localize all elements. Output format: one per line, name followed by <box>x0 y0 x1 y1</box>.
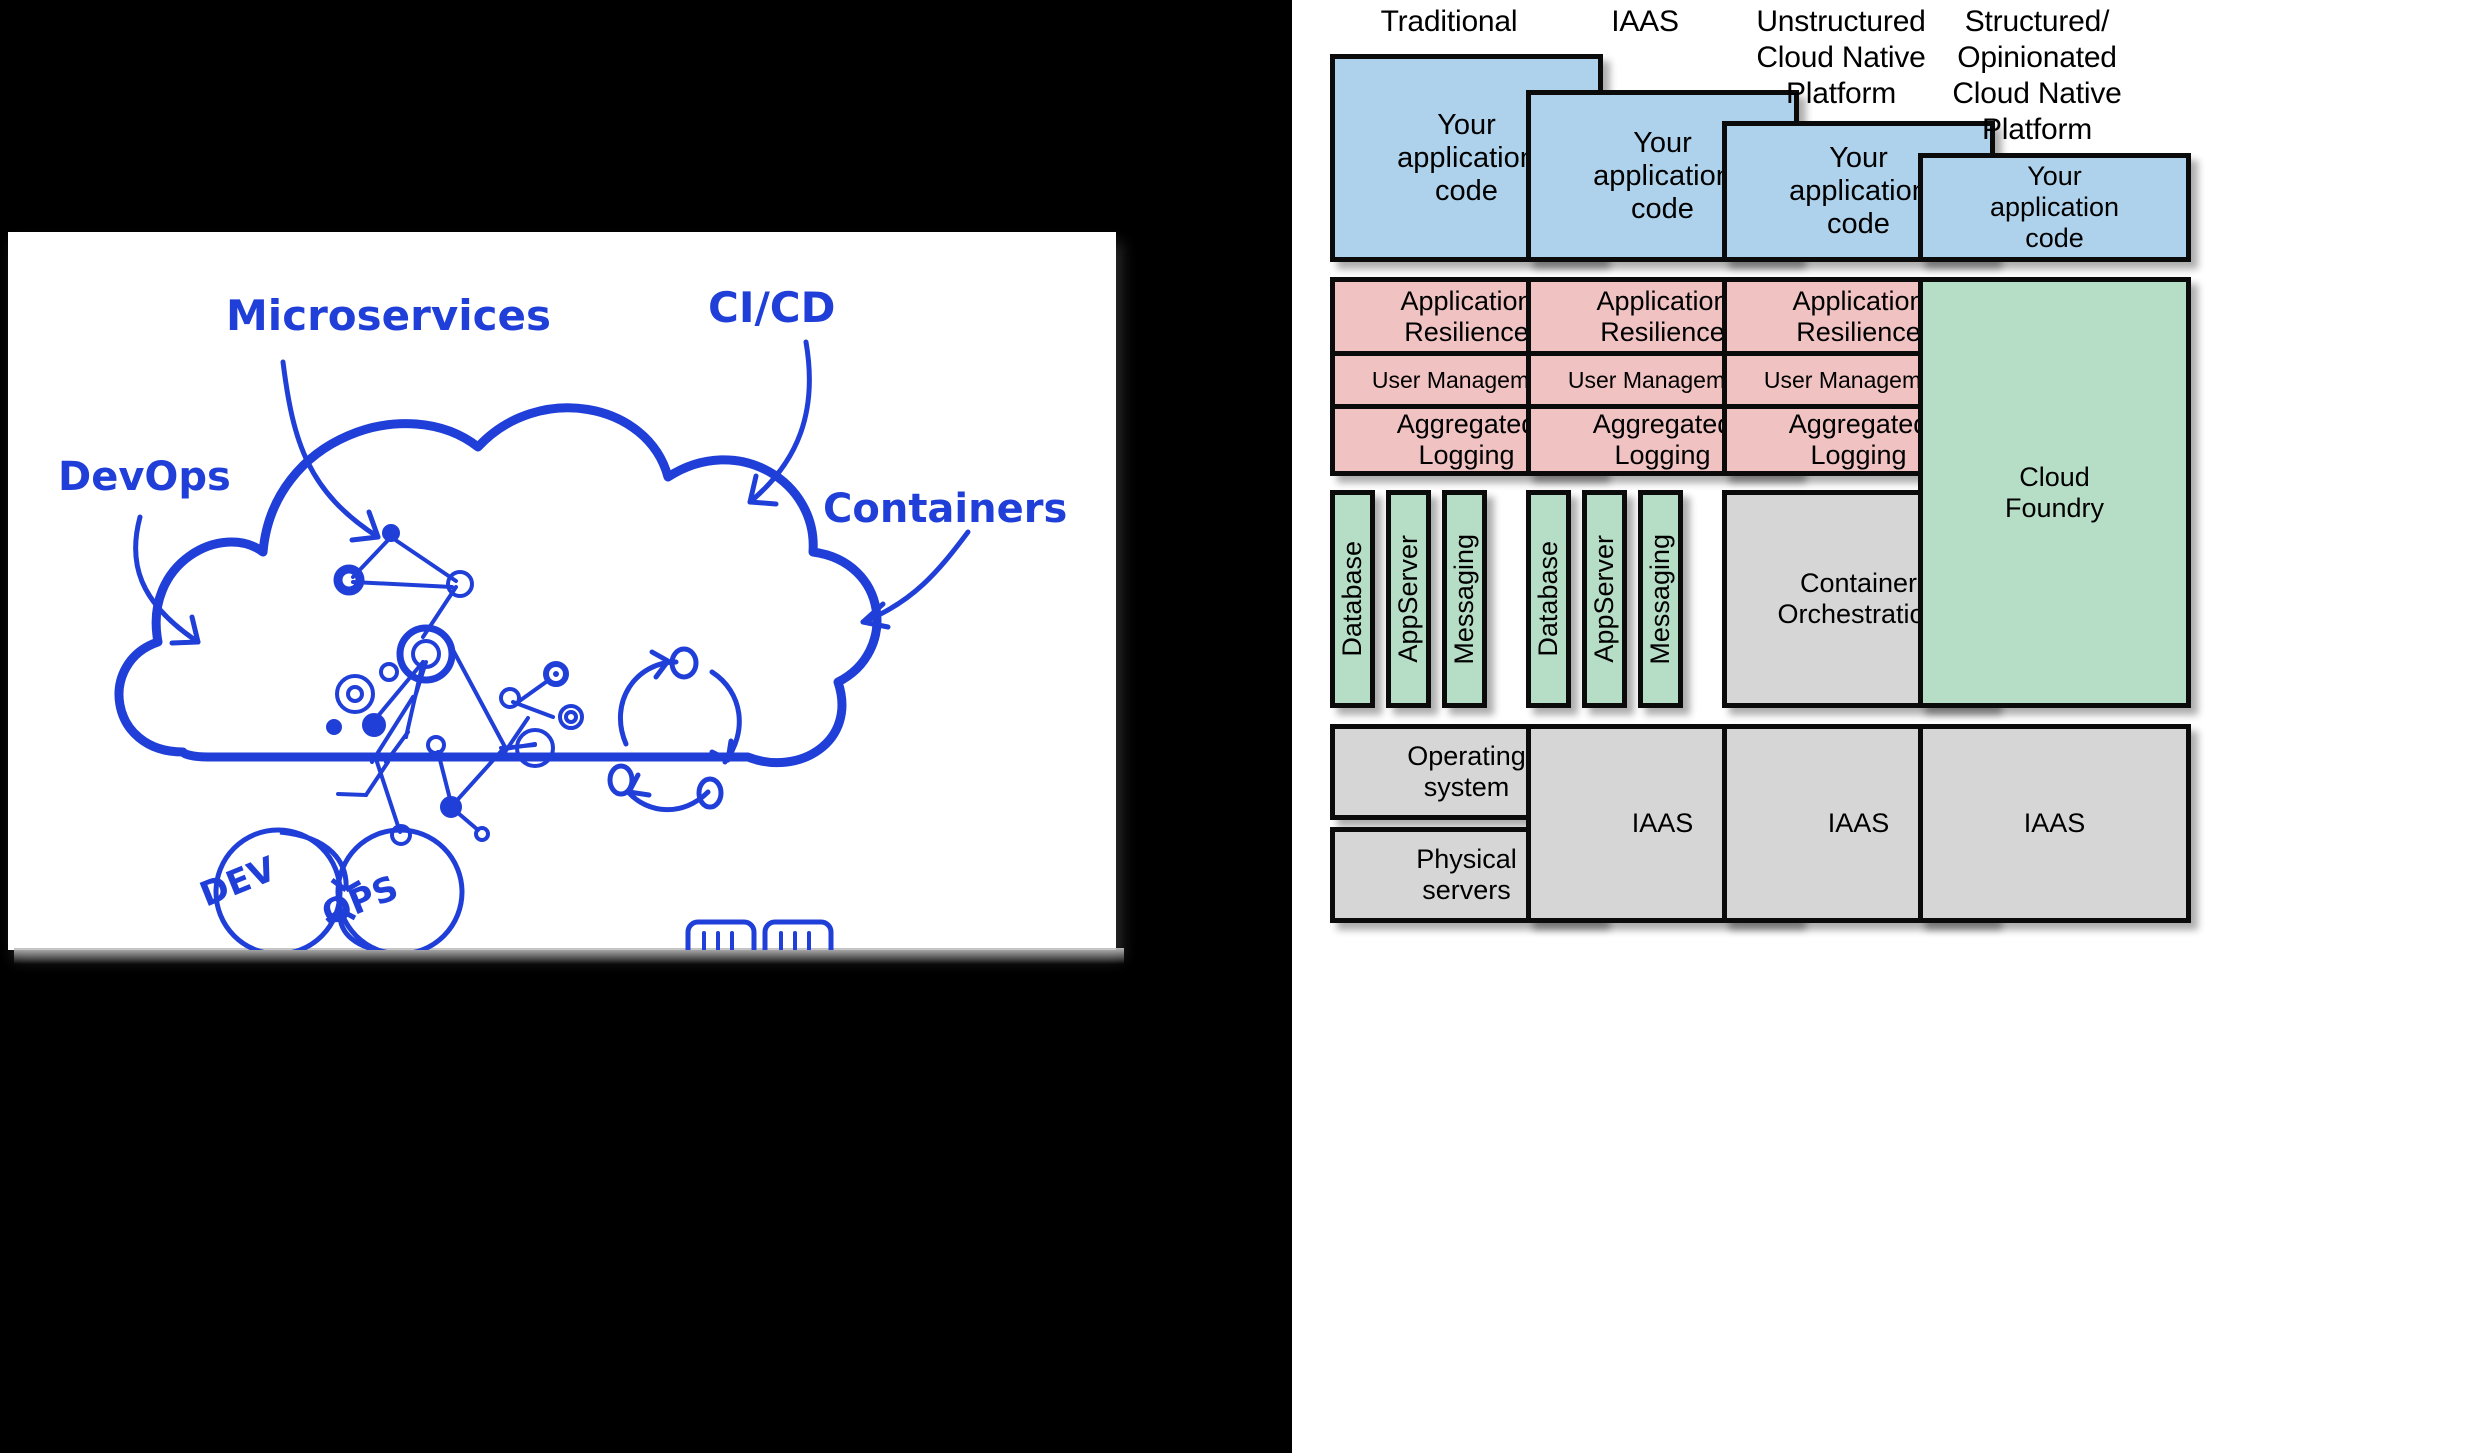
vbar-messaging-traditional: Messaging <box>1442 490 1487 708</box>
vbar-label-messaging: Messaging <box>1449 533 1479 665</box>
vbar-appserver-traditional: AppServer <box>1386 490 1431 708</box>
architecture-comparison-diagram: Traditional Your application code Applic… <box>1292 0 2467 1453</box>
column-structured-opinionated-cloud-native-platform: Structured/ Opinionated Cloud Native Pla… <box>1892 0 2191 1453</box>
sketch-label-ops: OPS <box>316 868 404 934</box>
vbar-database-iaas: Database <box>1526 490 1571 708</box>
vbar-appserver-iaas: AppServer <box>1582 490 1627 708</box>
vbar-database-traditional: Database <box>1330 490 1375 708</box>
column-header-structured-opinionated-cloud-native-platform: Structured/ Opinionated Cloud Native Pla… <box>1952 5 2122 146</box>
cloud-native-sketch: DEV OPS Microservices DevOps CI/CD Conta… <box>58 283 1067 950</box>
box-iaas-infrastructure-structured: IAAS <box>1918 724 2191 923</box>
box-your-application-code-structured: Your application code <box>1918 153 2191 262</box>
box-cloud-foundry: Cloud Foundry <box>1918 277 2191 708</box>
vbar-label-database: Database <box>1337 541 1367 657</box>
sketch-label-microservices: Microservices <box>226 291 551 340</box>
vbar-label-messaging: Messaging <box>1645 533 1675 665</box>
sketch-label-devops: DevOps <box>58 454 231 500</box>
vbar-label-appserver: AppServer <box>1393 535 1423 663</box>
sketch-photo-card: DEV OPS Microservices DevOps CI/CD Conta… <box>8 232 1124 964</box>
sketch-label-containers: Containers <box>823 486 1067 532</box>
left-black-panel: DEV OPS Microservices DevOps CI/CD Conta… <box>0 0 1292 1453</box>
card-shadow <box>14 948 1124 964</box>
sketch-label-cicd: CI/CD <box>708 283 835 332</box>
sketch-label-dev: DEV <box>194 849 282 915</box>
vbar-label-database: Database <box>1533 541 1563 657</box>
vbar-label-appserver: AppServer <box>1589 535 1619 663</box>
vbar-messaging-iaas: Messaging <box>1638 490 1683 708</box>
